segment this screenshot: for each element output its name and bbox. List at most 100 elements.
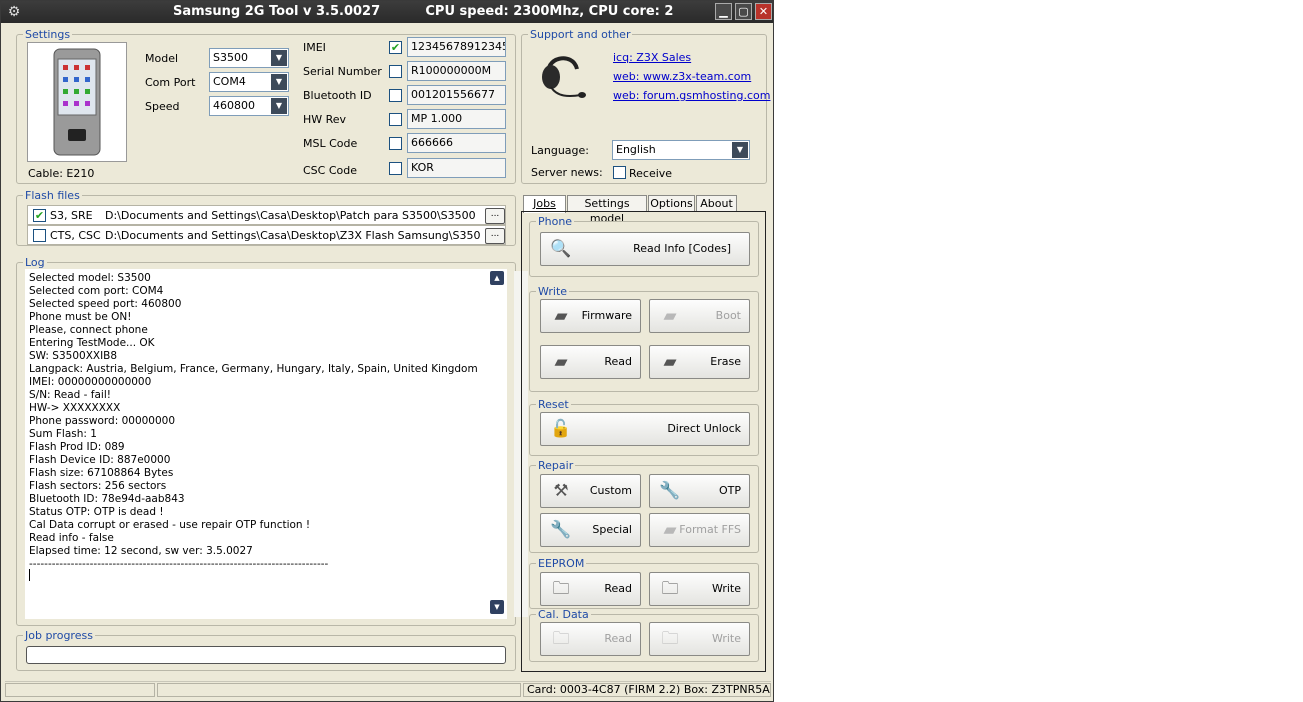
chip-icon: ▰ xyxy=(663,306,677,326)
imei-checkbox[interactable]: ✔ xyxy=(389,41,402,54)
read-button[interactable]: ▰ Read xyxy=(540,345,641,379)
maximize-button[interactable]: ▢ xyxy=(735,3,752,20)
csc-field[interactable]: KOR xyxy=(407,158,506,178)
serial-field[interactable]: R100000000M xyxy=(407,61,506,81)
website-link[interactable]: web: www.z3x-team.com xyxy=(613,70,751,83)
chevron-down-icon[interactable]: ▼ xyxy=(732,142,748,158)
special-button[interactable]: 🔧 Special xyxy=(540,513,641,547)
cal-read-button[interactable]: 🗀 Read xyxy=(540,622,641,656)
imei-field[interactable]: 12345678912345 xyxy=(407,37,506,57)
folder-icon: 🗀 xyxy=(661,629,679,649)
phone-icon xyxy=(53,48,101,156)
wrench-icon: 🔧 xyxy=(659,481,681,501)
flash-row[interactable]: CTS, CSC D:\Documents and Settings\Casa\… xyxy=(27,225,506,245)
chip-erase-icon: ▰ xyxy=(663,352,677,372)
log-line: Flash sectors: 256 sectors xyxy=(29,480,167,492)
log-line: Cal Data corrupt or erased - use repair … xyxy=(29,519,311,531)
cal-write-button[interactable]: 🗀 Write xyxy=(649,622,750,656)
log-line: Flash Device ID: 887e0000 xyxy=(29,454,171,466)
serial-checkbox[interactable] xyxy=(389,65,402,78)
log-line: Flash size: 67108864 Bytes xyxy=(29,467,174,479)
title-bar[interactable]: ⚙ Samsung 2G Tool v 3.5.0027 CPU speed: … xyxy=(1,1,773,23)
direct-unlock-label: Direct Unlock xyxy=(667,422,741,435)
cal-write-label: Write xyxy=(711,632,741,645)
bluetooth-checkbox[interactable] xyxy=(389,89,402,102)
log-line: Sum Flash: 1 xyxy=(29,428,97,440)
bluetooth-label: Bluetooth ID xyxy=(303,89,372,102)
firmware-label: Firmware xyxy=(581,309,632,322)
browse-button[interactable]: ... xyxy=(485,208,505,224)
chevron-down-icon[interactable]: ▼ xyxy=(271,98,287,114)
wrench-icon: 🔧 xyxy=(550,520,572,540)
eeprom-read-button[interactable]: 🗀 Read xyxy=(540,572,641,606)
flash-csc-path[interactable]: D:\Documents and Settings\Casa\Desktop\Z… xyxy=(105,229,480,242)
tab-options-label: Options xyxy=(650,197,693,210)
special-label: Special xyxy=(592,523,632,536)
port-label: Com Port xyxy=(145,76,196,89)
tab-options[interactable]: Options xyxy=(648,195,695,212)
read-info-label: Read Info [Codes] xyxy=(633,242,731,255)
receive-label: Receive xyxy=(629,167,673,180)
speed-select[interactable]: 460800 ▼ xyxy=(209,96,289,116)
eeprom-write-button[interactable]: 🗀 Write xyxy=(649,572,750,606)
flash-csc-checkbox[interactable] xyxy=(33,229,46,242)
custom-label: Custom xyxy=(589,484,632,497)
main-window: ⚙ Samsung 2G Tool v 3.5.0027 CPU speed: … xyxy=(0,0,774,702)
msl-field[interactable]: 666666 xyxy=(407,133,506,153)
flash-s3-path[interactable]: D:\Documents and Settings\Casa\Desktop\P… xyxy=(105,209,480,222)
serial-label: Serial Number xyxy=(303,65,382,78)
log-legend: Log xyxy=(25,256,45,269)
flash-s3-checkbox[interactable]: ✔ xyxy=(33,209,46,222)
model-select[interactable]: S3500 ▼ xyxy=(209,48,289,68)
log-line: IMEI: 00000000000000 xyxy=(29,376,152,388)
flash-row[interactable]: ✔ S3, SRE D:\Documents and Settings\Casa… xyxy=(27,205,506,225)
cable-label: Cable: E210 xyxy=(28,167,95,180)
direct-unlock-button[interactable]: 🔓 Direct Unlock xyxy=(540,412,750,446)
progress-legend: Job progress xyxy=(25,629,93,642)
log-line: HW-> XXXXXXXX xyxy=(29,402,121,414)
csc-checkbox[interactable] xyxy=(389,162,402,175)
hwrev-field[interactable]: MP 1.000 xyxy=(407,109,506,129)
status-cell-empty xyxy=(157,683,521,697)
log-textarea[interactable]: Selected model: S3500 Selected com port: … xyxy=(25,269,528,619)
minimize-button[interactable]: ▁ xyxy=(715,3,732,20)
read-info-button[interactable]: 🔍 Read Info [Codes] xyxy=(540,232,750,266)
phone-image xyxy=(27,42,127,162)
close-button[interactable]: ✕ xyxy=(755,3,772,20)
status-bar: Card: 0003-4C87 (FIRM 2.2) Box: Z3TPNR5A xyxy=(5,681,771,698)
chip-read-icon: ▰ xyxy=(554,352,568,372)
language-label: Language: xyxy=(531,144,589,157)
folder-icon: 🗀 xyxy=(661,579,679,599)
icq-link[interactable]: icq: Z3X Sales xyxy=(613,51,691,64)
otp-button[interactable]: 🔧 OTP xyxy=(649,474,750,508)
scroll-down-icon[interactable]: ▼ xyxy=(490,600,504,614)
format-ffs-button[interactable]: ▰ Format FFS xyxy=(649,513,750,547)
cal-read-label: Read xyxy=(604,632,632,645)
forum-link[interactable]: web: forum.gsmhosting.com xyxy=(613,89,770,102)
gear-icon[interactable]: ⚙ xyxy=(6,4,22,20)
custom-button[interactable]: ⚒ Custom xyxy=(540,474,641,508)
scroll-up-icon[interactable]: ▲ xyxy=(490,271,504,285)
chevron-down-icon[interactable]: ▼ xyxy=(271,74,287,90)
erase-button[interactable]: ▰ Erase xyxy=(649,345,750,379)
port-select[interactable]: COM4 ▼ xyxy=(209,72,289,92)
tab-settings-model[interactable]: Settings model xyxy=(567,195,647,225)
msl-label: MSL Code xyxy=(303,137,358,150)
flash-csc-label: CTS, CSC xyxy=(50,229,101,242)
otp-label: OTP xyxy=(718,484,741,497)
hwrev-checkbox[interactable] xyxy=(389,113,402,126)
chevron-down-icon[interactable]: ▼ xyxy=(271,50,287,66)
msl-checkbox[interactable] xyxy=(389,137,402,150)
headset-icon xyxy=(535,47,591,101)
language-select[interactable]: English ▼ xyxy=(612,140,750,160)
bluetooth-field[interactable]: 001201556677 xyxy=(407,85,506,105)
log-line: Flash Prod ID: 089 xyxy=(29,441,125,453)
receive-checkbox[interactable] xyxy=(613,166,626,179)
boot-button[interactable]: ▰ Boot xyxy=(649,299,750,333)
log-line: Selected model: S3500 xyxy=(29,272,151,284)
folder-icon: 🗀 xyxy=(552,579,570,599)
tab-about[interactable]: About xyxy=(696,195,737,212)
firmware-button[interactable]: ▰ Firmware xyxy=(540,299,641,333)
browse-button[interactable]: ... xyxy=(485,228,505,244)
folder-icon: 🗀 xyxy=(552,629,570,649)
